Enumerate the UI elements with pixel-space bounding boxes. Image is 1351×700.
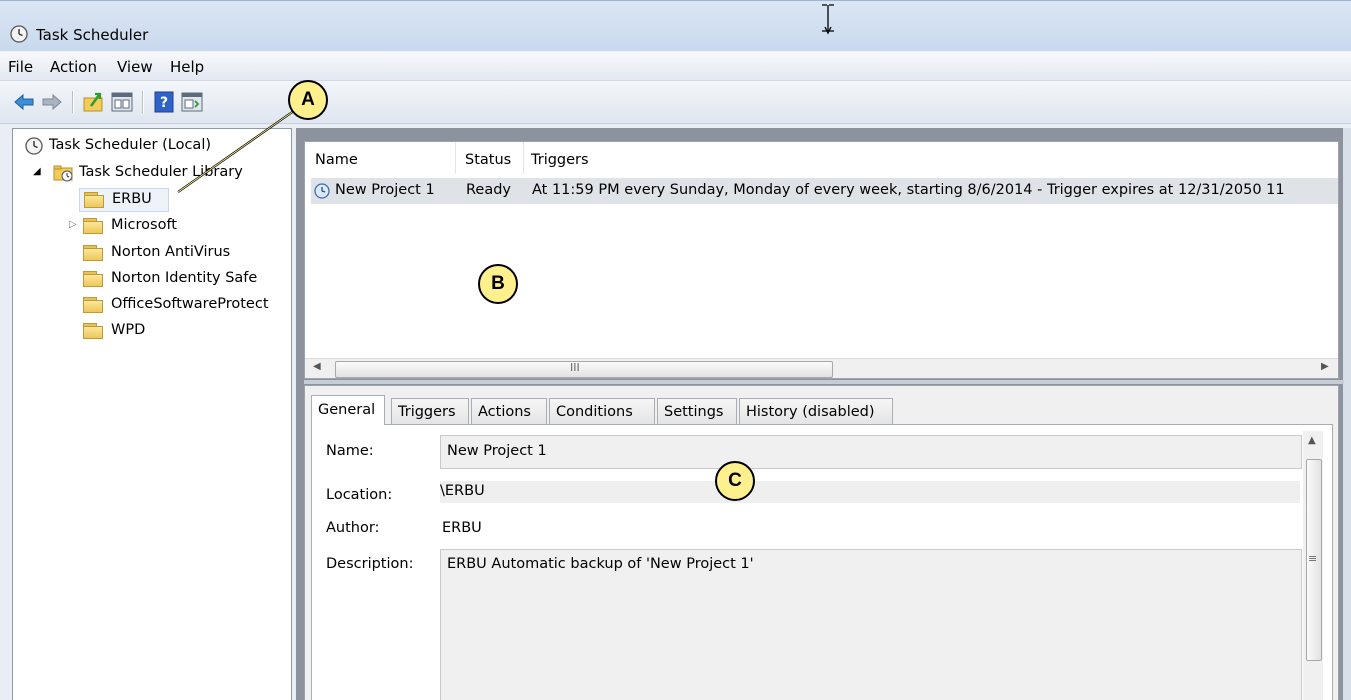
tree-item-label: WPD — [111, 322, 146, 338]
vertical-scroll-thumb[interactable]: ≡ — [1306, 459, 1322, 661]
task-folder-icon — [53, 165, 73, 182]
location-value: \ERBU — [440, 483, 485, 499]
folder-icon — [83, 218, 103, 234]
tab-history[interactable]: History (disabled) — [739, 398, 893, 424]
folder-icon — [83, 297, 103, 313]
tab-triggers[interactable]: Triggers — [391, 398, 469, 424]
task-status-cell: Ready — [466, 182, 512, 198]
horizontal-scroll-thumb[interactable]: III — [335, 361, 833, 378]
tree-item-label: Microsoft — [111, 217, 177, 233]
menu-help[interactable]: Help — [170, 58, 204, 76]
tree-item-microsoft[interactable]: ▷ Microsoft — [69, 215, 283, 237]
scroll-right-arrow-icon[interactable]: ▶ — [1321, 361, 1329, 372]
tree-item-norton-antivirus[interactable]: Norton AntiVirus — [83, 242, 283, 264]
callout-c: C — [715, 461, 755, 501]
horizontal-scrollbar[interactable]: ◀ III ▶ — [305, 358, 1338, 378]
location-label: Location: — [326, 487, 393, 503]
svg-text:?: ? — [160, 95, 168, 111]
author-value: ERBU — [442, 520, 482, 536]
callout-b: B — [478, 264, 518, 304]
column-header-triggers[interactable]: Triggers — [531, 142, 1331, 174]
show-console-tree-icon[interactable] — [110, 90, 134, 114]
scroll-up-arrow-icon[interactable]: ▲ — [1308, 435, 1316, 446]
tree-item-norton-identity-safe[interactable]: Norton Identity Safe — [83, 268, 283, 290]
task-details-pane: General Triggers Actions Conditions Sett… — [304, 385, 1339, 700]
scroll-left-arrow-icon[interactable]: ◀ — [313, 361, 321, 372]
callout-a: A — [288, 80, 328, 120]
tab-settings[interactable]: Settings — [657, 398, 737, 424]
tab-actions[interactable]: Actions — [471, 398, 547, 424]
window-edge — [1343, 128, 1351, 700]
description-field[interactable]: ERBU Automatic backup of 'New Project 1' — [440, 549, 1302, 700]
task-list: Name Status Triggers New Project 1 Ready… — [304, 141, 1339, 379]
console-tree: Task Scheduler (Local) ◢ Task Scheduler … — [12, 128, 292, 700]
name-value: New Project 1 — [447, 443, 547, 459]
tree-item-label: Norton Identity Safe — [111, 270, 258, 286]
menu-action[interactable]: Action — [50, 58, 97, 76]
task-scheduler-window: Task Scheduler File Action View Help ? T… — [0, 0, 1351, 700]
general-tab-panel: Name: New Project 1 Location: \ERBU Auth… — [311, 424, 1333, 700]
clock-icon — [25, 137, 43, 155]
clock-icon — [10, 25, 28, 43]
task-name-cell: New Project 1 — [335, 182, 435, 198]
pane-splitter[interactable] — [304, 380, 1344, 384]
scroll-grip: ≡ — [1308, 552, 1318, 565]
author-label: Author: — [326, 520, 380, 536]
folder-icon — [83, 245, 103, 261]
description-label: Description: — [326, 556, 414, 572]
window-title: Task Scheduler — [36, 26, 149, 44]
menu-file[interactable]: File — [8, 58, 33, 76]
vertical-scrollbar[interactable]: ▲ ≡ — [1303, 431, 1323, 700]
tree-item-erbu[interactable]: ERBU — [79, 188, 169, 212]
folder-icon — [83, 271, 103, 287]
name-field[interactable]: New Project 1 — [440, 435, 1302, 469]
folder-icon — [83, 323, 103, 339]
menu-bar: File Action View Help — [0, 52, 1351, 81]
tree-item-officesoftwareprotect[interactable]: OfficeSoftwareProtect — [83, 294, 291, 316]
forward-arrow-icon[interactable] — [40, 90, 64, 114]
table-row[interactable]: New Project 1 Ready At 11:59 PM every Su… — [311, 178, 1338, 204]
column-header-status[interactable]: Status — [465, 142, 524, 174]
tab-conditions[interactable]: Conditions — [549, 398, 655, 424]
menu-view[interactable]: View — [117, 58, 153, 76]
location-field: \ERBU — [440, 481, 1300, 503]
title-bar: Task Scheduler — [0, 0, 1351, 51]
text-cursor-icon — [822, 4, 834, 35]
column-header-name[interactable]: Name — [315, 142, 456, 174]
tree-item-label: OfficeSoftwareProtect — [111, 296, 269, 312]
expanded-triangle-icon[interactable]: ◢ — [33, 166, 41, 177]
task-triggers-cell: At 11:59 PM every Sunday, Monday of ever… — [532, 182, 1285, 198]
name-label: Name: — [326, 443, 374, 459]
scroll-grip: III — [570, 361, 580, 374]
description-value: ERBU Automatic backup of 'New Project 1' — [447, 556, 754, 572]
tab-general[interactable]: General — [311, 395, 385, 425]
folder-up-icon[interactable] — [82, 90, 106, 114]
back-arrow-icon[interactable] — [12, 90, 36, 114]
toolbar-separator — [142, 91, 144, 113]
toolbar-separator — [72, 91, 74, 113]
folder-icon — [84, 192, 104, 208]
tree-item-label: Norton AntiVirus — [111, 244, 231, 260]
tree-item-wpd[interactable]: WPD — [83, 320, 283, 342]
collapsed-triangle-icon[interactable]: ▷ — [69, 219, 77, 230]
tree-item-label: ERBU — [112, 191, 152, 207]
